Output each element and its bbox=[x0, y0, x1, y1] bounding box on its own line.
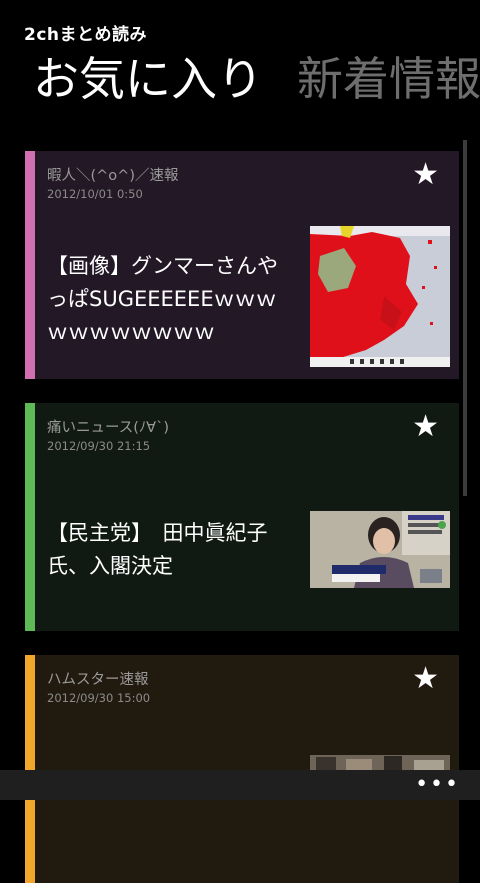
card-accent-stripe bbox=[25, 655, 35, 883]
article-source: 痛いニュース(ﾉ∀`) bbox=[47, 420, 170, 436]
article-date: 2012/09/30 15:00 bbox=[47, 691, 151, 705]
article-source: ハムスター速報 bbox=[47, 672, 149, 688]
article-card[interactable]: ハムスター速報 2012/09/30 15:00 ★ bbox=[25, 655, 459, 883]
card-accent-stripe bbox=[25, 403, 35, 631]
article-card[interactable]: 暇人＼(^o^)／速報 2012/10/01 0:50 ★ 【画像】グンマーさん… bbox=[25, 151, 459, 379]
card-accent-stripe bbox=[25, 151, 35, 379]
article-headline: 【民主党】 田中眞紀子氏、入閣決定 bbox=[47, 521, 268, 578]
article-card[interactable]: 痛いニュース(ﾉ∀`) 2012/09/30 21:15 ★ 【民主党】 田中眞… bbox=[25, 403, 459, 631]
article-date: 2012/09/30 21:15 bbox=[47, 439, 151, 453]
favorite-star-icon[interactable]: ★ bbox=[412, 661, 439, 696]
pivot-header: お気に入り 新着情報 bbox=[33, 46, 480, 112]
pivot-tab-new[interactable]: 新着情報 bbox=[297, 52, 480, 106]
app-bar: ••• bbox=[0, 770, 480, 800]
pivot-tab-favorites[interactable]: お気に入り bbox=[33, 52, 263, 106]
more-options-icon[interactable]: ••• bbox=[415, 772, 460, 797]
article-date: 2012/10/01 0:50 bbox=[47, 187, 143, 201]
scrollbar[interactable] bbox=[463, 140, 467, 496]
favorite-star-icon[interactable]: ★ bbox=[412, 409, 439, 444]
map-thumbnail bbox=[310, 226, 450, 367]
person-photo-thumbnail bbox=[310, 511, 450, 588]
app-title: 2chまとめ読み bbox=[24, 25, 148, 45]
article-headline: 【画像】グンマーさんやっぱSUGEEEEEEｗｗｗｗｗｗｗｗｗｗｗ bbox=[47, 254, 278, 344]
favorite-star-icon[interactable]: ★ bbox=[412, 157, 439, 192]
article-source: 暇人＼(^o^)／速報 bbox=[47, 168, 179, 184]
